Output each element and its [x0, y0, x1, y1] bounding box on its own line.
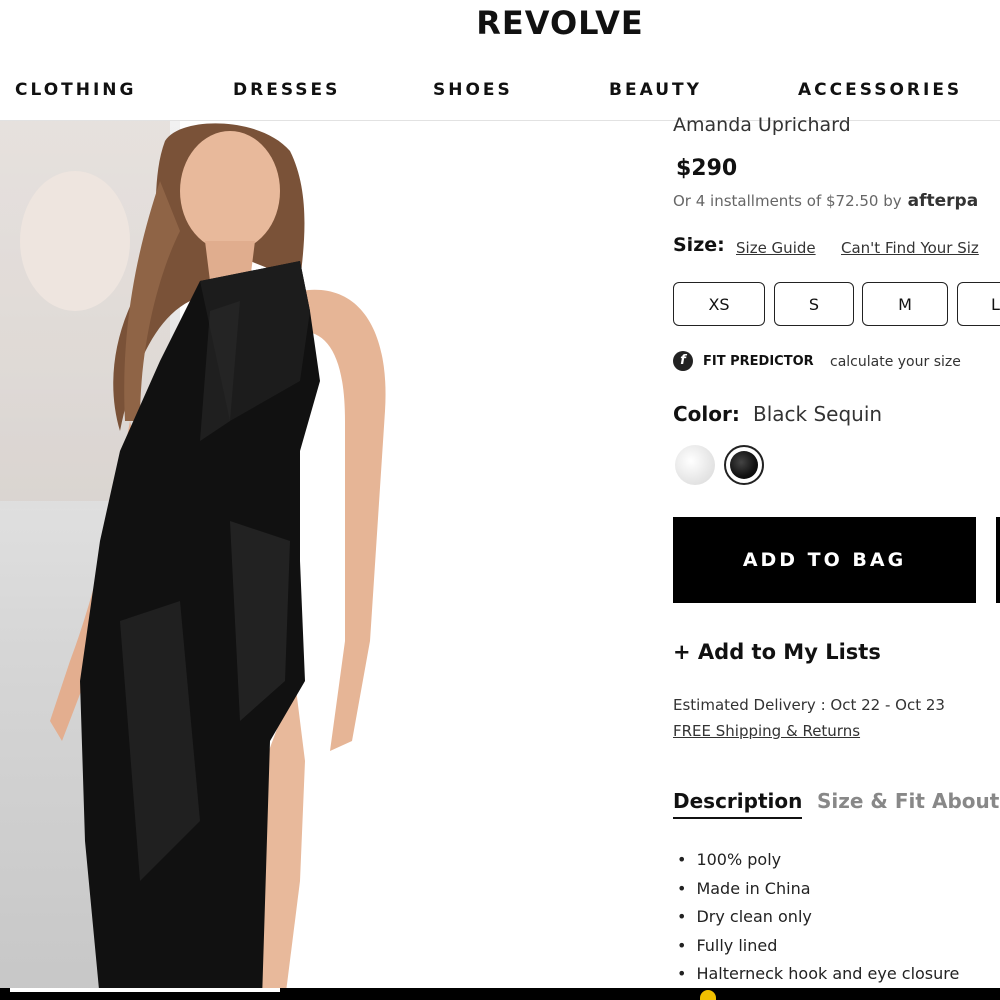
notification-dot: [700, 990, 716, 1000]
size-option-s[interactable]: S: [774, 282, 854, 326]
browser-bottom-bar: [0, 988, 1000, 1000]
black-sequin-swatch[interactable]: [724, 445, 764, 485]
size-option-xs[interactable]: XS: [673, 282, 765, 326]
add-to-bag-button[interactable]: ADD TO BAG: [673, 517, 976, 603]
secondary-button-edge[interactable]: [996, 517, 1000, 603]
product-photo: [50, 123, 386, 1000]
tab-description[interactable]: Description: [673, 789, 803, 819]
add-to-lists-button[interactable]: + Add to My Lists: [673, 640, 881, 664]
description-item: Fully lined: [677, 936, 959, 965]
fit-predictor-text[interactable]: calculate your size: [830, 354, 961, 370]
site-logo[interactable]: REVOLVE: [0, 4, 1000, 42]
scroll-thumb[interactable]: [10, 988, 280, 992]
color-value: Black Sequin: [753, 402, 883, 426]
nav-beauty[interactable]: BEAUTY: [609, 80, 702, 100]
nav-dresses[interactable]: DRESSES: [233, 80, 340, 100]
description-item: Made in China: [677, 879, 959, 908]
product-price: $290: [676, 156, 738, 181]
description-item: Dry clean only: [677, 907, 959, 936]
fit-predictor-label[interactable]: FIT PREDICTOR: [703, 354, 814, 369]
product-image-gallery[interactable]: [0, 121, 640, 1000]
installments-info: Or 4 installments of $72.50 by afterpa: [673, 191, 978, 211]
fit-predictor-icon[interactable]: f: [673, 351, 693, 371]
installments-text: Or 4 installments of $72.50 by: [673, 192, 902, 210]
nav-clothing[interactable]: CLOTHING: [15, 80, 136, 100]
size-guide-link[interactable]: Size Guide: [736, 239, 816, 257]
description-list: 100% poly Made in China Dry clean only F…: [677, 850, 959, 993]
free-shipping-link[interactable]: FREE Shipping & Returns: [673, 722, 860, 740]
nav-accessories[interactable]: ACCESSORIES: [798, 80, 962, 100]
description-item: 100% poly: [677, 850, 959, 879]
product-brand[interactable]: Amanda Uprichard: [673, 114, 851, 136]
size-option-l[interactable]: L: [957, 282, 1000, 326]
tab-size-fit[interactable]: Size & Fit: [817, 789, 925, 813]
afterpay-logo[interactable]: afterpa: [908, 191, 979, 211]
color-label: Color:: [673, 402, 740, 426]
cant-find-size-link[interactable]: Can't Find Your Siz: [841, 239, 979, 257]
size-option-m[interactable]: M: [862, 282, 948, 326]
estimated-delivery: Estimated Delivery : Oct 22 - Oct 23: [673, 696, 945, 714]
nav-shoes[interactable]: SHOES: [433, 80, 513, 100]
size-label: Size:: [673, 234, 725, 256]
black-sequin-swatch-fill: [730, 451, 758, 479]
tab-about[interactable]: About: [932, 789, 999, 813]
white-sequin-swatch[interactable]: [675, 445, 715, 485]
